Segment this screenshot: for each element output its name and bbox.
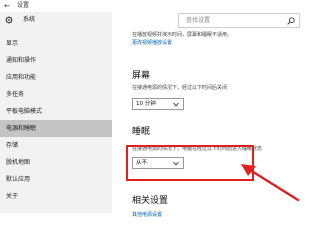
video-playback-settings-link[interactable]: 更改视频播放设置	[132, 40, 172, 47]
chevron-down-icon	[173, 102, 179, 107]
sidebar-list: 显示 通知和操作 应用和功能 多任务 平板电脑模式 电源和睡眠 存储 脱机地图 …	[0, 35, 112, 205]
sidebar: 系统 显示 通知和操作 应用和功能 多任务 平板电脑模式 电源和睡眠 存储 脱机…	[0, 12, 112, 213]
arrow-icon	[241, 164, 300, 202]
back-button[interactable]: ←	[4, 1, 10, 11]
sidebar-item-about[interactable]: 关于	[0, 188, 112, 205]
screen-heading: 屏幕	[132, 71, 151, 81]
gear-icon	[5, 16, 13, 24]
sidebar-item-multitasking[interactable]: 多任务	[0, 86, 112, 103]
screen-timeout-dropdown[interactable]: 10 分钟	[132, 98, 184, 110]
sidebar-item-display[interactable]: 显示	[0, 35, 112, 52]
sidebar-item-apps[interactable]: 应用和功能	[0, 69, 112, 86]
sidebar-item-offline-maps[interactable]: 脱机地图	[0, 154, 112, 171]
sidebar-title: 系统	[23, 16, 36, 23]
sidebar-item-tablet-mode[interactable]: 平板电脑模式	[0, 103, 112, 120]
video-playback-note: 在播放视频并演示时间，屏幕和睡眠不适用。	[132, 32, 233, 38]
screen-description: 在接通电源的情况下，经过以下时间后关闭	[132, 85, 228, 91]
sleep-heading: 睡眠	[132, 127, 151, 137]
highlight-box	[126, 145, 254, 181]
related-settings-heading: 相关设置	[132, 196, 169, 206]
screen-timeout-value: 10 分钟	[136, 101, 156, 107]
additional-power-settings-link[interactable]: 其他电源设置	[132, 212, 162, 219]
title-bar: ← 设置	[0, 0, 306, 12]
sidebar-item-default-apps[interactable]: 默认应用	[0, 171, 112, 188]
sidebar-item-storage[interactable]: 存储	[0, 137, 112, 154]
sidebar-header[interactable]: 系统	[0, 12, 112, 28]
window-title: 设置	[17, 2, 30, 9]
sidebar-item-power-sleep[interactable]: 电源和睡眠	[0, 120, 112, 137]
sidebar-item-notifications[interactable]: 通知和操作	[0, 52, 112, 69]
